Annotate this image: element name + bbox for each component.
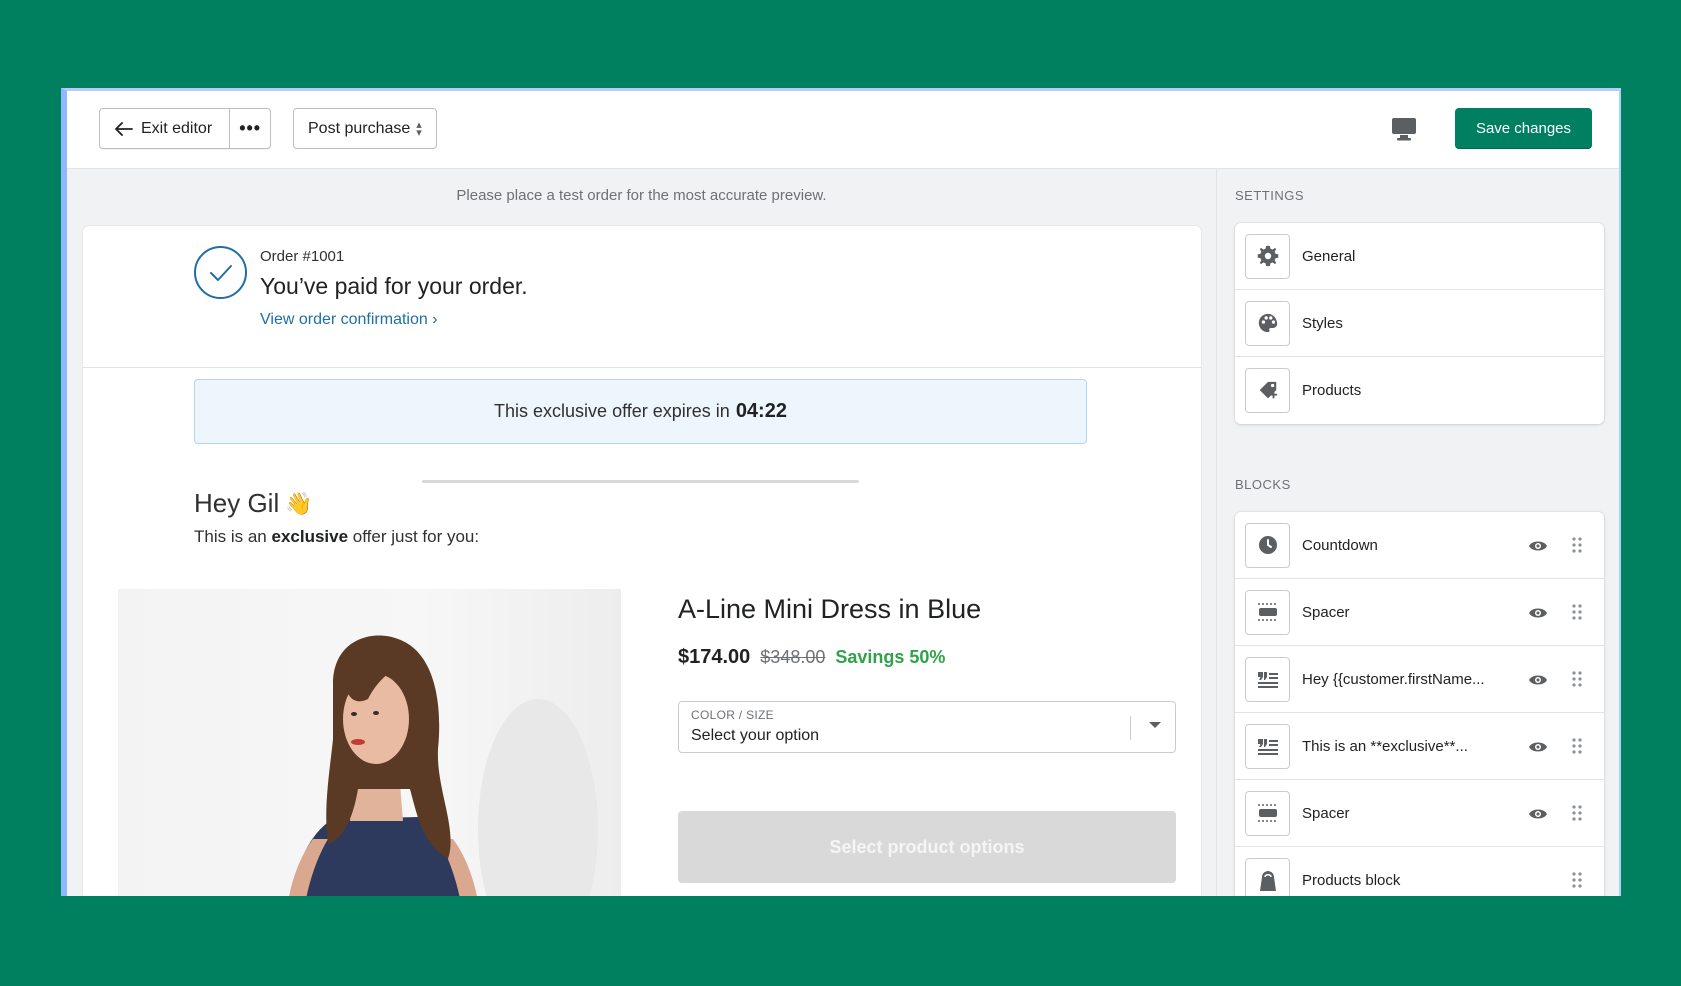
caret-down-icon <box>1149 722 1161 728</box>
arrow-left-icon <box>115 121 133 136</box>
select-arrows-icon: ▴ ▾ <box>416 118 422 139</box>
eye-icon[interactable] <box>1528 670 1548 690</box>
shopping-bag-icon <box>1245 858 1290 896</box>
product-name: A-Line Mini Dress in Blue <box>678 594 982 624</box>
offer-subtext-bold: exclusive <box>271 527 349 546</box>
block-item-offer-text[interactable]: This is an **exclusive**... <box>1235 713 1604 780</box>
drag-handle-icon[interactable] <box>1570 736 1584 756</box>
countdown-banner: This exclusive offer expires in 04:22 <box>194 379 1087 444</box>
eye-icon[interactable] <box>1528 804 1548 824</box>
settings-item-styles[interactable]: Styles <box>1235 290 1604 357</box>
variant-select-divider <box>1130 716 1131 740</box>
spacer-divider <box>422 480 859 483</box>
drag-handle-icon[interactable] <box>1570 669 1584 689</box>
countdown-text: This exclusive offer expires in <box>494 401 730 421</box>
checkmark-icon <box>194 246 247 299</box>
drag-handle-icon[interactable] <box>1570 803 1584 823</box>
preview-notice: Please place a test order for the most a… <box>456 187 827 204</box>
offer-subtext-suffix: offer just for you: <box>352 527 480 546</box>
settings-section-title: SETTINGS <box>1235 188 1305 203</box>
greeting-heading: Hey Gil 👋 <box>194 488 313 519</box>
save-changes-button[interactable]: Save changes <box>1455 108 1592 149</box>
savings-badge: Savings 50% <box>835 647 946 667</box>
block-item-countdown[interactable]: Countdown <box>1235 512 1604 579</box>
preview-area: Please place a test order for the most a… <box>67 169 1217 896</box>
countdown-timer: 04:22 <box>735 400 787 422</box>
order-header: Order #1001 You’ve paid for your order. … <box>83 226 1201 368</box>
exit-button-group: Exit editor ••• <box>99 108 272 149</box>
block-item-label: Products block <box>1302 872 1401 889</box>
eye-icon[interactable] <box>1528 536 1548 556</box>
settings-item-products[interactable]: Products <box>1235 357 1604 424</box>
text-quote-icon <box>1245 723 1290 769</box>
variant-select[interactable]: COLOR / SIZE Select your option <box>678 701 1176 753</box>
price-row: $174.00 $348.00 Savings 50% <box>678 646 945 669</box>
block-item-label: Countdown <box>1302 536 1378 554</box>
drag-handle-icon[interactable] <box>1570 535 1584 555</box>
block-item-spacer[interactable]: Spacer <box>1235 780 1604 847</box>
block-item-label: This is an **exclusive**... <box>1302 737 1468 755</box>
order-number: Order #1001 <box>260 248 345 265</box>
palette-icon <box>1245 300 1290 346</box>
text-quote-icon <box>1245 656 1290 702</box>
order-title: You’ve paid for your order. <box>260 273 528 299</box>
spacer-icon <box>1245 790 1290 836</box>
settings-card: General Styles Products <box>1235 223 1604 424</box>
view-order-confirmation-link[interactable]: View order confirmation › <box>260 311 438 329</box>
more-icon: ••• <box>239 118 262 138</box>
greeting-text: Hey Gil <box>194 488 280 518</box>
blocks-section-title: BLOCKS <box>1235 477 1291 492</box>
eye-icon[interactable] <box>1528 603 1548 623</box>
clock-icon <box>1245 522 1290 568</box>
preview-page: Order #1001 You’ve paid for your order. … <box>83 226 1201 896</box>
drag-handle-icon[interactable] <box>1570 870 1584 890</box>
variant-select-value: Select your option <box>691 727 820 744</box>
more-actions-button[interactable]: ••• <box>230 109 270 148</box>
block-item-greeting-text[interactable]: Hey {{customer.firstName... <box>1235 646 1604 713</box>
exit-editor-label: Exit editor <box>141 119 213 137</box>
gear-icon <box>1245 233 1290 279</box>
block-item-label: Spacer <box>1302 603 1350 621</box>
block-item-label: Hey {{customer.firstName... <box>1302 670 1485 688</box>
settings-item-label: Products <box>1302 382 1362 399</box>
settings-item-label: Styles <box>1302 314 1343 332</box>
offer-subtext: This is an exclusive offer just for you: <box>194 527 479 547</box>
eye-icon[interactable] <box>1528 737 1548 757</box>
blocks-card: Countdown Spacer Hey {{customer.firstNam… <box>1235 512 1604 896</box>
select-product-options-button[interactable]: Select product options <box>678 811 1176 883</box>
waving-hand-emoji: 👋 <box>285 490 313 516</box>
product-image <box>118 589 621 896</box>
editor-window: Exit editor ••• Post purchase ▴ ▾ Save ch… <box>61 88 1621 896</box>
tag-add-icon <box>1245 368 1290 413</box>
desktop-icon[interactable] <box>1389 115 1419 143</box>
block-item-products-block[interactable]: Products block <box>1235 847 1604 896</box>
exit-editor-button[interactable]: Exit editor <box>100 109 231 148</box>
compare-at-price: $348.00 <box>760 647 826 667</box>
block-item-spacer[interactable]: Spacer <box>1235 579 1604 646</box>
variant-select-label: COLOR / SIZE <box>691 708 774 722</box>
page-type-label: Post purchase <box>308 119 411 137</box>
block-item-label: Spacer <box>1302 804 1350 822</box>
settings-item-label: General <box>1302 247 1356 265</box>
drag-handle-icon[interactable] <box>1570 602 1584 622</box>
sidebar: SETTINGS General Styles Products BLOCKS … <box>1217 169 1619 896</box>
top-bar: Exit editor ••• Post purchase ▴ ▾ Save ch… <box>67 91 1619 169</box>
spacer-icon <box>1245 589 1290 635</box>
product-price: $174.00 <box>678 646 751 668</box>
page-type-select[interactable]: Post purchase ▴ ▾ <box>293 108 437 149</box>
settings-item-general[interactable]: General <box>1235 223 1604 290</box>
offer-subtext-prefix: This is an <box>194 527 267 546</box>
